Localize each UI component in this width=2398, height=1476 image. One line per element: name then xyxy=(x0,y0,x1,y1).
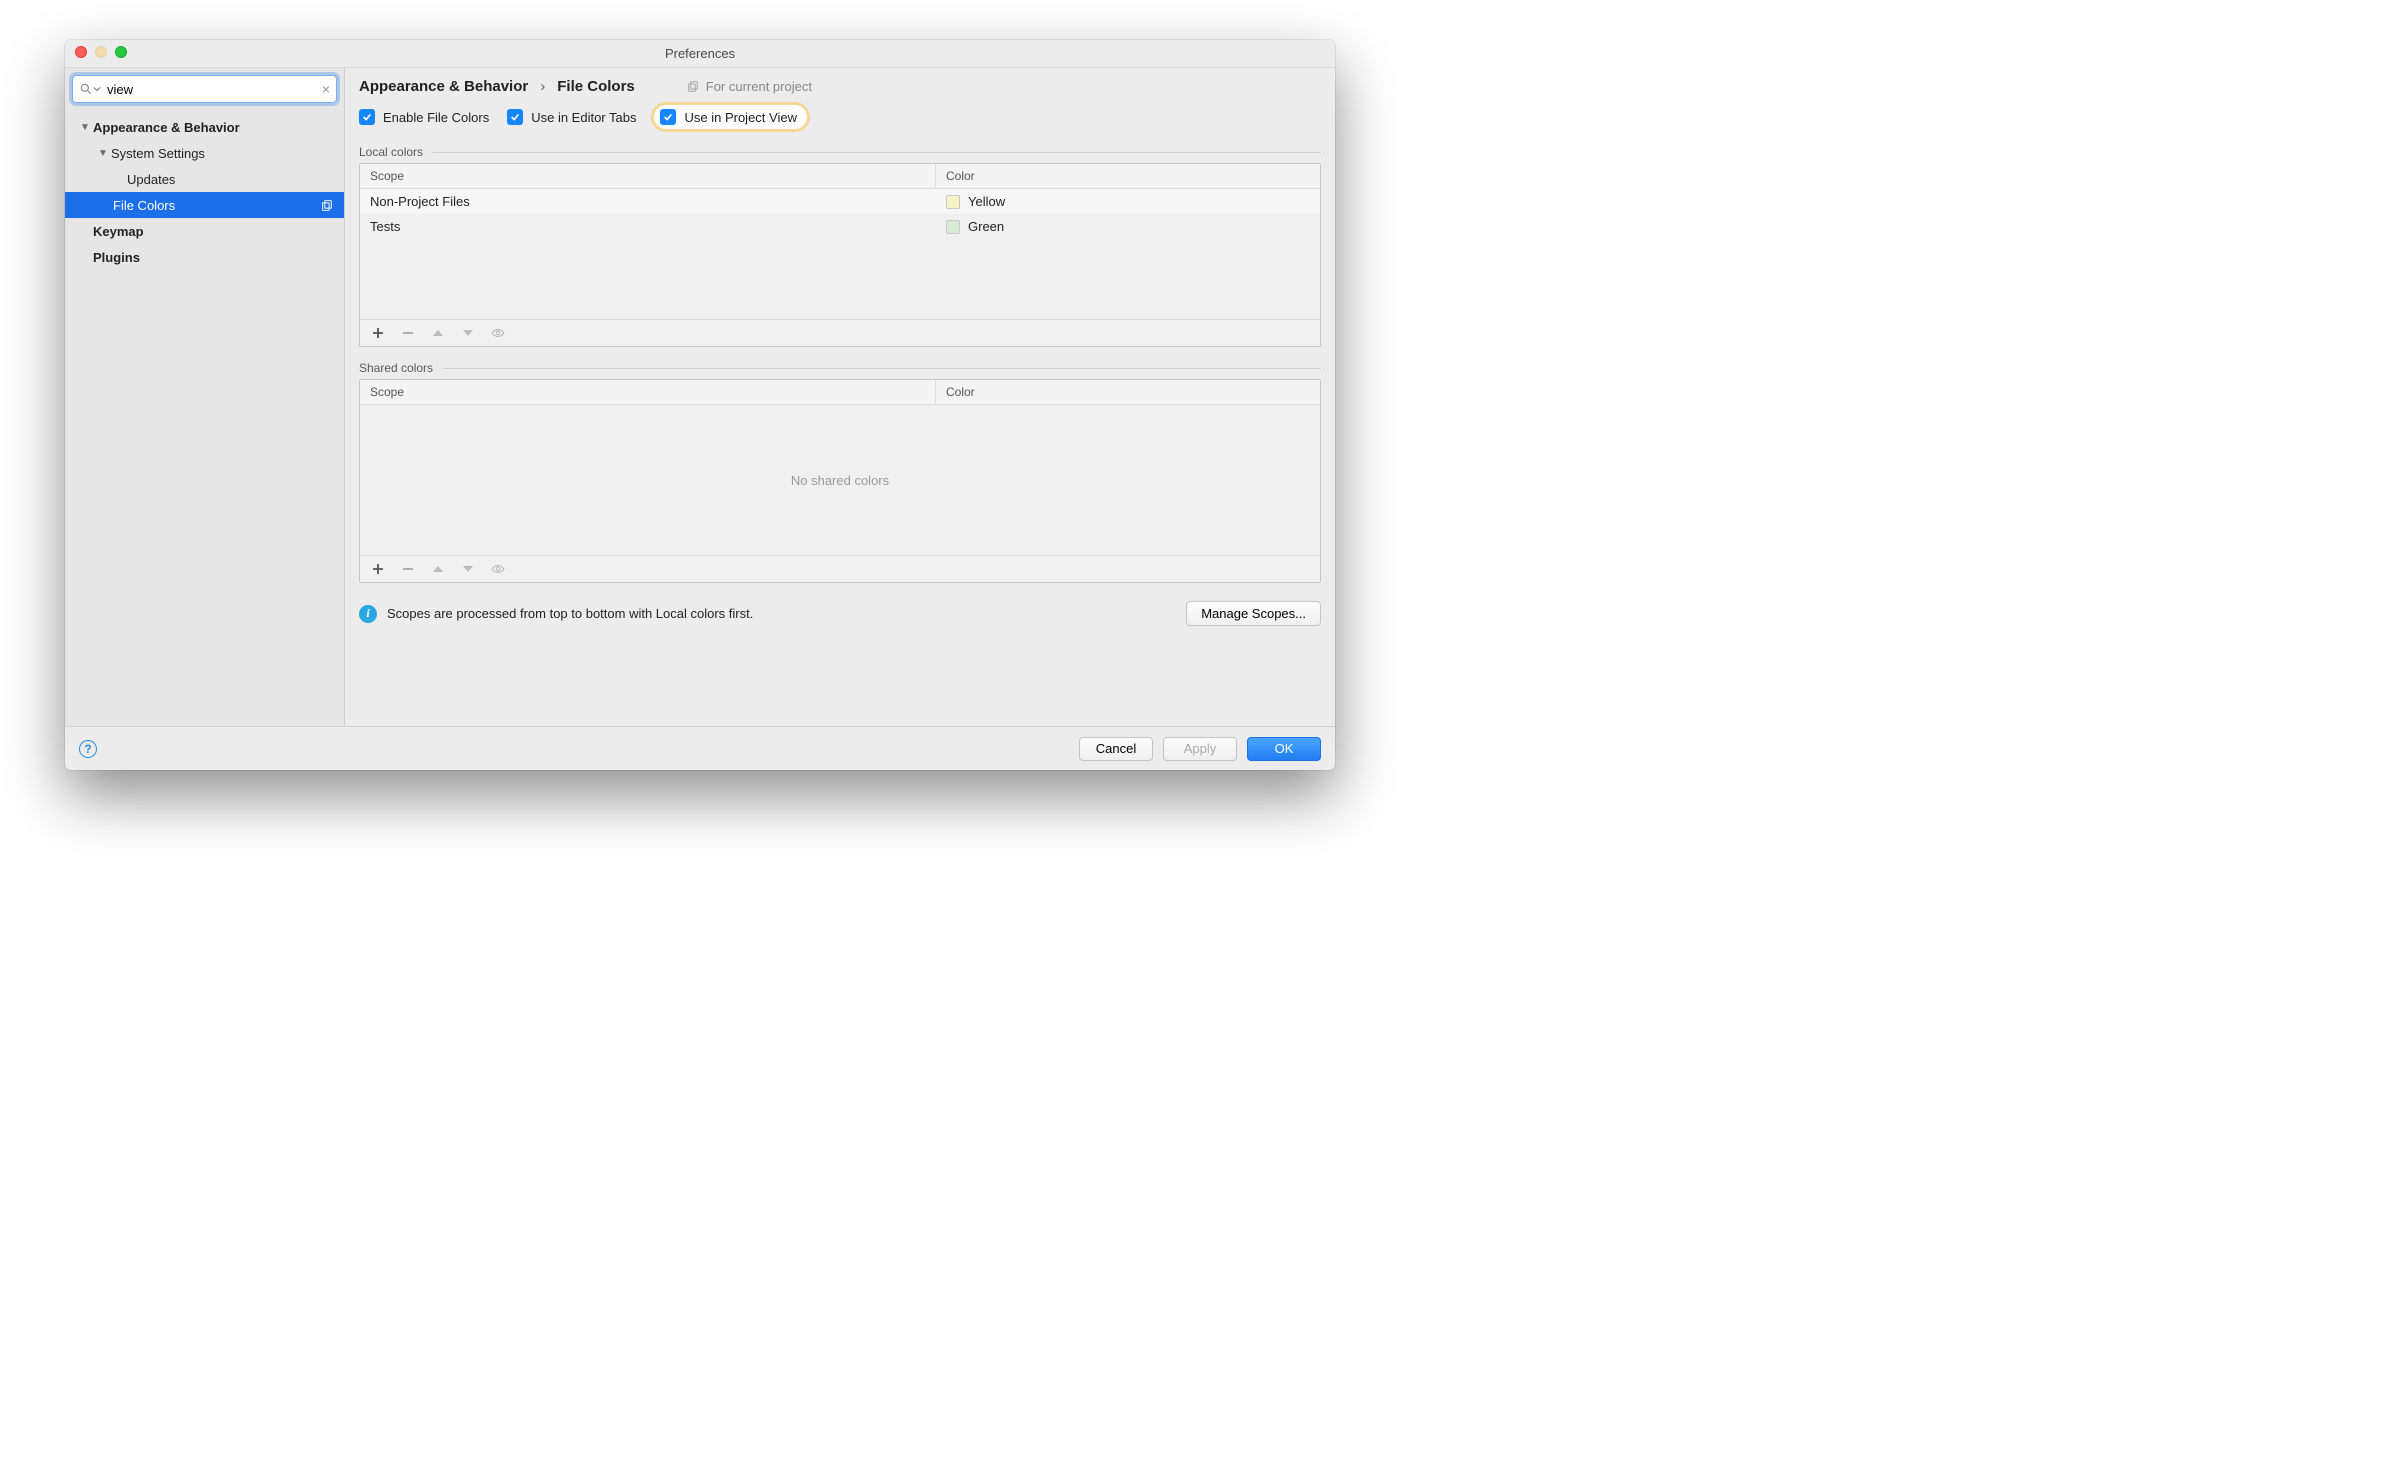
sidebar-item-label: System Settings xyxy=(111,146,205,161)
local-colors-label: Local colors xyxy=(345,139,1335,163)
dialog-footer: ? Cancel Apply OK xyxy=(65,726,1335,770)
cell-scope: Tests xyxy=(360,214,936,239)
help-icon[interactable]: ? xyxy=(79,740,97,758)
cell-scope: Non-Project Files xyxy=(360,189,936,214)
local-colors-toolbar xyxy=(360,319,1320,346)
color-swatch-icon xyxy=(946,220,960,234)
move-up-icon[interactable] xyxy=(430,558,446,580)
cell-color: Green xyxy=(936,214,1320,239)
shared-colors-label: Shared colors xyxy=(345,355,1335,379)
zoom-window-icon[interactable] xyxy=(115,46,127,58)
preferences-window: Preferences × ▼ Appearance & Behavior ▼ xyxy=(65,40,1335,770)
use-in-project-view-checkbox[interactable]: Use in Project View xyxy=(654,105,806,129)
checkbox-label: Use in Project View xyxy=(684,110,796,125)
info-text: Scopes are processed from top to bottom … xyxy=(387,606,753,621)
project-scope-icon xyxy=(321,199,334,212)
titlebar: Preferences xyxy=(65,40,1335,68)
search-input[interactable] xyxy=(101,82,322,97)
manage-scopes-button[interactable]: Manage Scopes... xyxy=(1186,601,1321,626)
chevron-right-icon: › xyxy=(540,78,545,95)
sidebar-item-label: Keymap xyxy=(93,224,144,239)
table-row[interactable]: Tests Green xyxy=(360,214,1320,239)
color-swatch-icon xyxy=(946,195,960,209)
breadcrumb: Appearance & Behavior › File Colors For … xyxy=(345,68,1335,101)
use-in-editor-tabs-checkbox[interactable]: Use in Editor Tabs xyxy=(507,109,636,125)
share-icon[interactable] xyxy=(490,322,506,344)
sidebar-item-updates[interactable]: Updates xyxy=(65,166,344,192)
sidebar-item-label: File Colors xyxy=(113,198,175,213)
options-row: Enable File Colors Use in Editor Tabs Us… xyxy=(345,101,1335,139)
column-scope[interactable]: Scope xyxy=(360,380,936,404)
sidebar-item-label: Appearance & Behavior xyxy=(93,120,240,135)
breadcrumb-root: Appearance & Behavior xyxy=(359,78,528,95)
sidebar-item-keymap[interactable]: Keymap xyxy=(65,218,344,244)
remove-icon[interactable] xyxy=(400,558,416,580)
sidebar: × ▼ Appearance & Behavior ▼ System Setti… xyxy=(65,68,345,726)
sidebar-item-appearance-behavior[interactable]: ▼ Appearance & Behavior xyxy=(65,114,344,140)
search-icon xyxy=(79,82,93,96)
project-scope-hint: For current project xyxy=(687,79,812,94)
window-title: Preferences xyxy=(665,46,735,61)
cell-color: Yellow xyxy=(936,189,1320,214)
clear-search-icon[interactable]: × xyxy=(322,81,330,97)
chevron-down-icon: ▼ xyxy=(79,122,91,133)
info-icon: i xyxy=(359,605,377,623)
move-up-icon[interactable] xyxy=(430,322,446,344)
column-color[interactable]: Color xyxy=(936,380,1320,404)
local-colors-table: Scope Color Non-Project Files Yellow Tes… xyxy=(359,163,1321,347)
table-row[interactable]: Non-Project Files Yellow xyxy=(360,189,1320,214)
shared-colors-empty: No shared colors xyxy=(360,405,1320,555)
checkbox-label: Enable File Colors xyxy=(383,110,489,125)
shared-colors-table: Scope Color No shared colors xyxy=(359,379,1321,583)
checkbox-label: Use in Editor Tabs xyxy=(531,110,636,125)
move-down-icon[interactable] xyxy=(460,322,476,344)
search-field[interactable]: × xyxy=(72,75,337,103)
breadcrumb-leaf: File Colors xyxy=(557,78,635,95)
enable-file-colors-checkbox[interactable]: Enable File Colors xyxy=(359,109,489,125)
column-color[interactable]: Color xyxy=(936,164,1320,188)
add-icon[interactable] xyxy=(370,558,386,580)
add-icon[interactable] xyxy=(370,322,386,344)
shared-colors-toolbar xyxy=(360,555,1320,582)
sidebar-item-plugins[interactable]: Plugins xyxy=(65,244,344,270)
sidebar-item-label: Plugins xyxy=(93,250,140,265)
move-down-icon[interactable] xyxy=(460,558,476,580)
unshare-icon[interactable] xyxy=(490,558,506,580)
chevron-down-icon[interactable] xyxy=(93,85,101,93)
minimize-window-icon xyxy=(95,46,107,58)
remove-icon[interactable] xyxy=(400,322,416,344)
chevron-down-icon: ▼ xyxy=(97,148,109,159)
close-window-icon[interactable] xyxy=(75,46,87,58)
sidebar-item-file-colors[interactable]: File Colors xyxy=(65,192,344,218)
column-scope[interactable]: Scope xyxy=(360,164,936,188)
window-controls xyxy=(75,46,127,58)
info-row: i Scopes are processed from top to botto… xyxy=(345,591,1335,636)
settings-tree: ▼ Appearance & Behavior ▼ System Setting… xyxy=(65,110,344,726)
cancel-button[interactable]: Cancel xyxy=(1079,737,1153,761)
apply-button[interactable]: Apply xyxy=(1163,737,1237,761)
main-panel: Appearance & Behavior › File Colors For … xyxy=(345,68,1335,726)
sidebar-item-system-settings[interactable]: ▼ System Settings xyxy=(65,140,344,166)
sidebar-item-label: Updates xyxy=(127,172,175,187)
project-scope-icon xyxy=(687,80,700,93)
ok-button[interactable]: OK xyxy=(1247,737,1321,761)
